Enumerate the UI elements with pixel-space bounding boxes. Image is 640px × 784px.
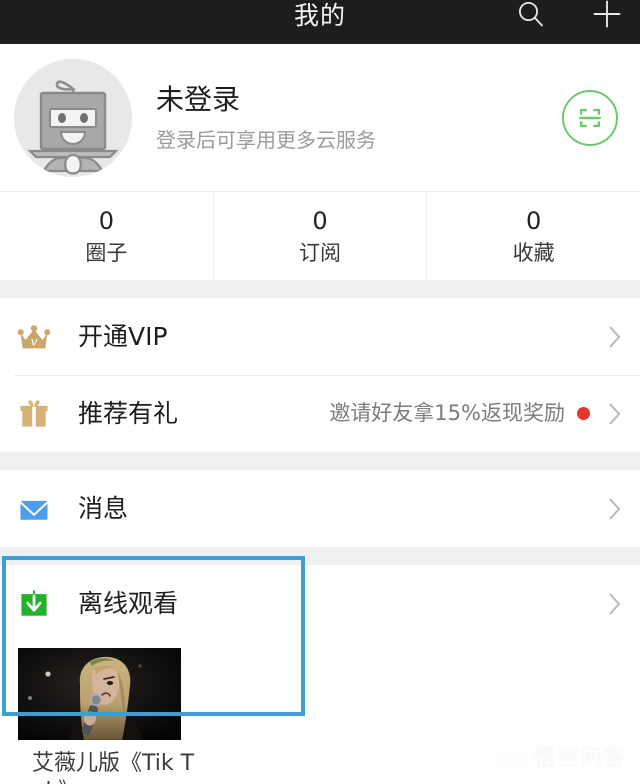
- stat-value: 0: [98, 206, 114, 235]
- stat-value: 0: [526, 206, 542, 235]
- menu-item-trailing: [602, 591, 622, 617]
- menu-item-trailing: [602, 496, 622, 522]
- video-title: 艾薇儿版《Tik Tok》: [32, 751, 195, 784]
- stat-favorites[interactable]: 0 收藏: [426, 192, 640, 280]
- scan-qr-icon: [579, 108, 601, 127]
- menu-item-messages[interactable]: 消息: [0, 470, 640, 547]
- wukong-logo-icon: [498, 751, 526, 767]
- menu-item-label: 离线观看: [78, 589, 179, 618]
- crown-icon: v: [14, 317, 54, 357]
- menu-item-label: 推荐有礼: [78, 399, 179, 428]
- menu-item-trailing: [602, 324, 622, 350]
- menu-group-messages: 消息: [0, 470, 640, 547]
- menu-item-label: 消息: [78, 494, 129, 523]
- svg-text:v: v: [31, 334, 38, 348]
- menu-item-offline-watch[interactable]: 离线观看: [0, 565, 640, 642]
- stat-label: 订阅: [299, 240, 341, 265]
- menu-item-trailing: 邀请好友拿15%返现奖励: [329, 401, 622, 427]
- app-screen: 我的 未登录 登录后可享用更多云服务 0 圈子 0 订阅 0 收藏 v 开通VI…: [0, 0, 640, 784]
- chevron-right-icon[interactable]: [608, 591, 622, 617]
- watermark-text: 悟空问答: [533, 746, 626, 771]
- avatar[interactable]: [14, 58, 132, 177]
- stat-subscriptions[interactable]: 0 订阅: [212, 192, 427, 280]
- referral-hint-text: 邀请好友拿15%返现奖励: [329, 401, 565, 425]
- menu-item-open-vip[interactable]: v 开通VIP: [0, 298, 640, 375]
- plus-icon[interactable]: [592, 0, 622, 29]
- concert-singer-thumbnail: [18, 648, 181, 740]
- stats-bar: 0 圈子 0 订阅 0 收藏: [0, 191, 640, 280]
- chevron-right-icon[interactable]: [608, 401, 622, 427]
- scan-qr-button[interactable]: [562, 89, 618, 146]
- gift-icon: [14, 394, 54, 434]
- download-icon: [14, 584, 54, 624]
- stat-label: 收藏: [512, 240, 555, 265]
- video-thumbnail[interactable]: [18, 648, 181, 740]
- chevron-right-icon[interactable]: [608, 496, 622, 522]
- watermark: 悟空问答: [497, 748, 626, 770]
- top-navigation-bar: 我的: [0, 0, 640, 44]
- chevron-right-icon[interactable]: [608, 324, 622, 350]
- search-icon[interactable]: [516, 0, 546, 29]
- section-divider: [0, 547, 640, 565]
- top-bar-actions: [516, 0, 622, 44]
- login-status-label: 未登录: [156, 82, 241, 116]
- menu-group-promotions: v 开通VIP 推荐有礼 邀请好友拿15%返现奖励: [0, 298, 640, 452]
- page-title: 我的: [293, 0, 346, 30]
- login-prompt-text: 登录后可享用更多云服务: [156, 127, 376, 152]
- menu-item-label: 开通VIP: [78, 322, 168, 351]
- status-badge: [577, 407, 590, 420]
- profile-header[interactable]: 未登录 登录后可享用更多云服务: [0, 44, 640, 191]
- envelope-icon: [14, 489, 54, 529]
- menu-item-referral-gift[interactable]: 推荐有礼 邀请好友拿15%返现奖励: [0, 375, 640, 452]
- stat-label: 圈子: [85, 240, 128, 265]
- stat-value: 0: [312, 206, 328, 235]
- robot-computer-avatar: [14, 58, 132, 177]
- profile-text: 未登录 登录后可享用更多云服务: [156, 82, 562, 152]
- section-divider: [0, 280, 640, 298]
- section-divider: [0, 452, 640, 470]
- stat-circles[interactable]: 0 圈子: [0, 192, 213, 280]
